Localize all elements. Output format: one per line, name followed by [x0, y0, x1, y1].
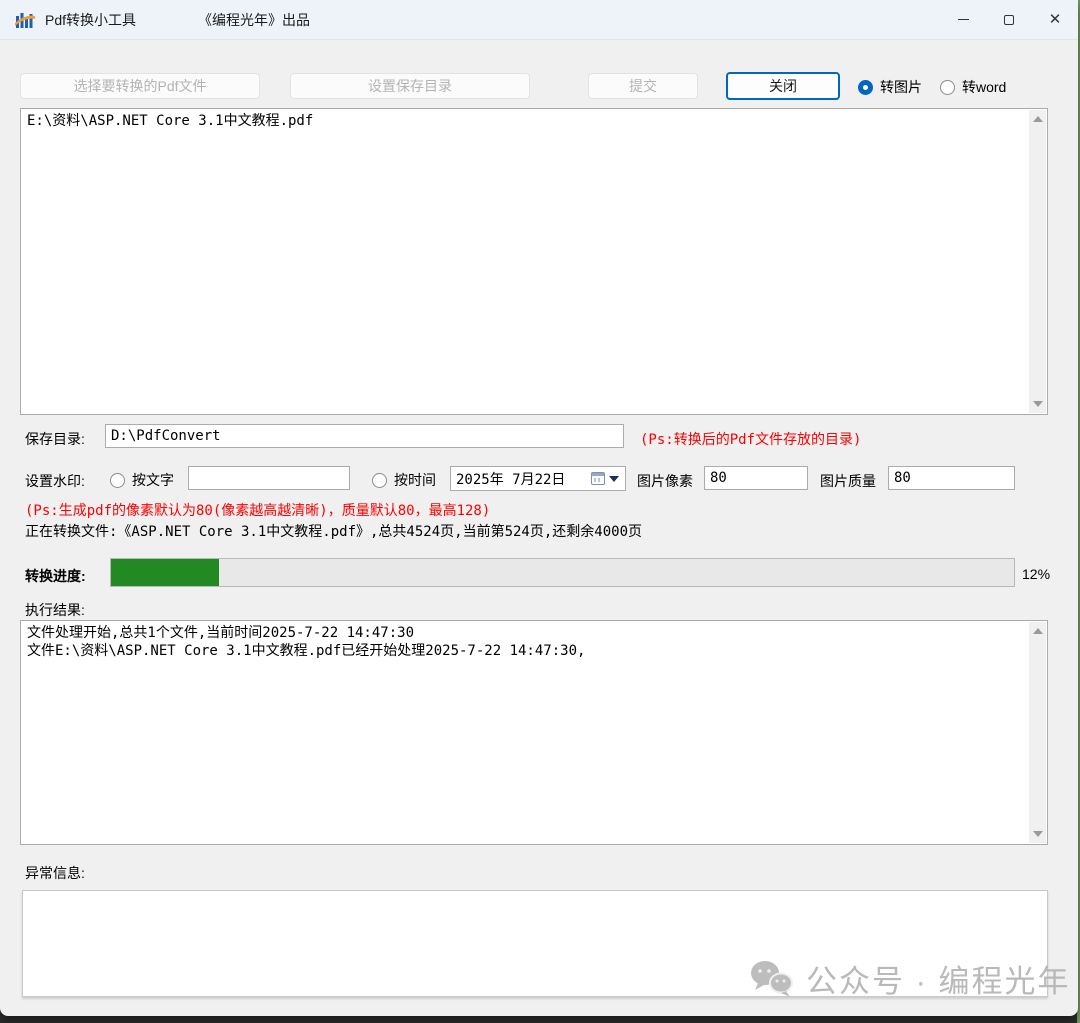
file-list-scrollbar[interactable] [1029, 110, 1046, 413]
save-dir-input[interactable] [105, 424, 624, 448]
chevron-down-icon[interactable] [609, 476, 619, 482]
date-value: 2025年 7月22日 [456, 469, 591, 489]
maximize-button[interactable] [986, 0, 1032, 39]
convert-to-word-label: 转word [962, 77, 1006, 97]
titlebar: Pdf转换小工具 《编程光年》出品 ✕ [0, 0, 1078, 40]
date-picker[interactable]: 2025年 7月22日 [450, 466, 626, 491]
image-pixel-label: 图片像素 [637, 471, 693, 491]
submit-button[interactable]: 提交 [588, 73, 698, 99]
window-controls: ✕ [940, 0, 1078, 39]
result-textarea[interactable]: 文件处理开始,总共1个文件,当前时间2025-7-22 14:47:30 文件E… [20, 620, 1048, 845]
select-pdf-button[interactable]: 选择要转换的Pdf文件 [20, 73, 260, 99]
window-title: Pdf转换小工具 [45, 10, 136, 30]
minimize-button[interactable] [940, 0, 986, 39]
calendar-icon [591, 472, 605, 485]
exception-label: 异常信息: [25, 863, 85, 883]
scroll-up-icon[interactable] [1033, 628, 1043, 634]
close-icon: ✕ [1049, 12, 1062, 27]
result-label: 执行结果: [25, 600, 85, 620]
image-quality-label: 图片质量 [820, 471, 876, 491]
progress-fill [111, 559, 219, 586]
file-list-content: E:\资料\ASP.NET Core 3.1中文教程.pdf [27, 112, 1023, 130]
result-content: 文件处理开始,总共1个文件,当前时间2025-7-22 14:47:30 文件E… [27, 624, 1023, 660]
window-subtitle: 《编程光年》出品 [198, 10, 310, 30]
app-icon [15, 10, 35, 30]
image-pixel-input[interactable] [704, 466, 808, 490]
scroll-down-icon[interactable] [1033, 831, 1043, 837]
pixel-hint-text: (Ps:生成pdf的像素默认为80(像素越高越清晰)，质量默认80，最高128) [25, 500, 490, 520]
scroll-down-icon[interactable] [1033, 401, 1043, 407]
close-window-button[interactable]: ✕ [1032, 0, 1078, 39]
watermark-label: 设置水印: [25, 471, 85, 491]
close-button[interactable]: 关闭 [726, 72, 840, 100]
scroll-up-icon[interactable] [1033, 116, 1043, 122]
by-text-label: 按文字 [132, 470, 174, 490]
exception-textarea[interactable] [22, 890, 1048, 997]
watermark-text-input[interactable] [188, 466, 350, 490]
progress-percent: 12% [1022, 566, 1050, 582]
set-save-dir-button[interactable]: 设置保存目录 [290, 73, 530, 99]
by-text-radio[interactable] [110, 473, 125, 488]
by-time-radio[interactable] [372, 473, 387, 488]
convert-to-image-radio[interactable] [858, 80, 873, 95]
save-dir-hint: (Ps:转换后的Pdf文件存放的目录) [640, 429, 861, 449]
by-time-label: 按时间 [394, 470, 436, 490]
progress-bar [110, 558, 1015, 587]
progress-label: 转换进度: [25, 566, 86, 586]
save-dir-label: 保存目录: [25, 429, 85, 449]
app-window: Pdf转换小工具 《编程光年》出品 ✕ 选择要转换的Pdf文件 设置保存目录 提… [0, 0, 1078, 1016]
converting-status-text: 正在转换文件:《ASP.NET Core 3.1中文教程.pdf》,总共4524… [25, 521, 642, 541]
maximize-icon [1004, 15, 1014, 25]
convert-to-image-label: 转图片 [880, 77, 922, 97]
file-list-textarea[interactable]: E:\资料\ASP.NET Core 3.1中文教程.pdf [20, 108, 1048, 415]
image-quality-input[interactable] [888, 466, 1015, 490]
minimize-icon [958, 19, 969, 20]
result-scrollbar[interactable] [1029, 622, 1046, 843]
convert-to-word-radio[interactable] [940, 80, 955, 95]
